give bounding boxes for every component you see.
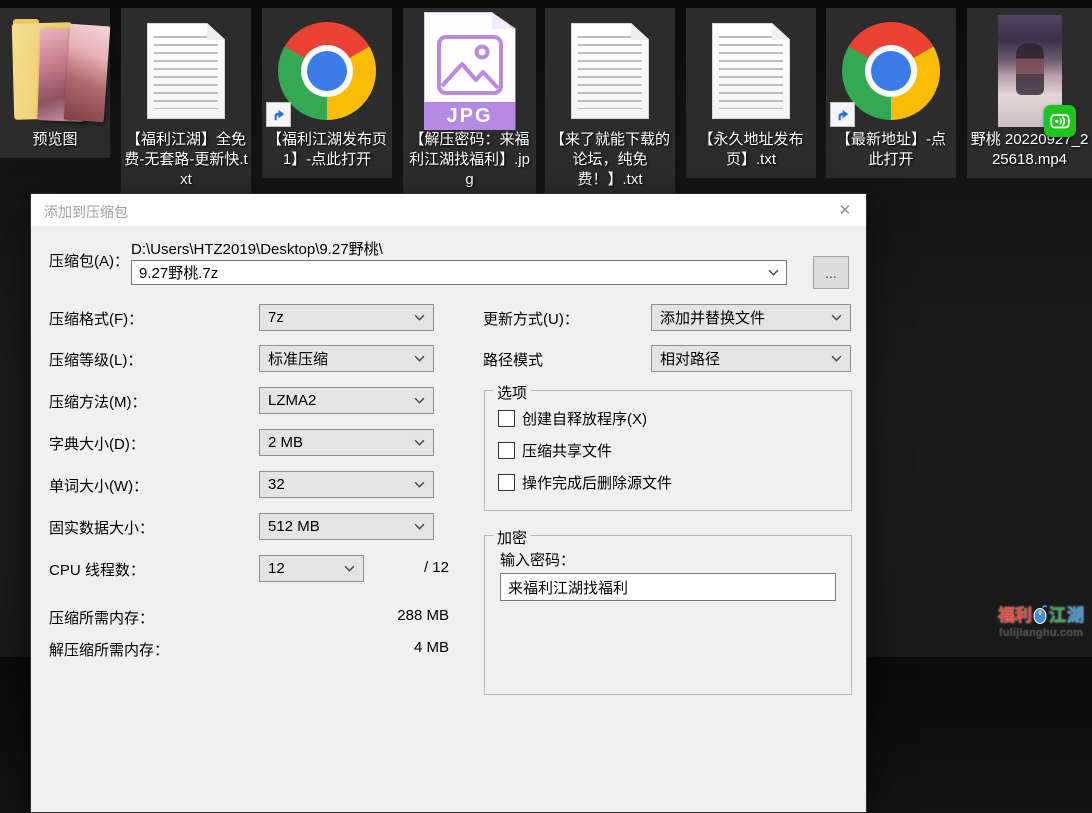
text-file-icon xyxy=(548,12,672,130)
person-silhouette xyxy=(1016,43,1044,95)
options-group: 选项 创建自释放程序(X) 压缩共享文件 操作完成后删除源文件 xyxy=(484,390,852,511)
text-file-icon xyxy=(689,12,813,130)
archive-label: 压缩包(A)： xyxy=(49,250,129,271)
watermark-text-jiang: 江 xyxy=(1049,601,1066,626)
archive-name-value: 9.27野桃.7z xyxy=(139,262,218,283)
format-value: 7z xyxy=(268,309,284,326)
path-mode-value: 相对路径 xyxy=(660,348,720,369)
site-watermark: 福利 江湖 fulijianghu.com xyxy=(993,601,1089,639)
icon-label: 【解压密码：来福利江湖找福利】.jpg xyxy=(408,130,532,190)
word-size-select[interactable]: 32 xyxy=(259,471,434,498)
solid-block-label: 固实数据大小： xyxy=(49,517,154,538)
memory-compress-value: 288 MB xyxy=(259,607,449,624)
dialog-title: 添加到压缩包 xyxy=(44,202,128,222)
create-sfx-checkbox[interactable] xyxy=(498,410,515,427)
update-mode-value: 添加并替换文件 xyxy=(660,307,765,328)
desktop-icon-txt-file[interactable]: 【来了就能下载的论坛，纯免费！】.txt xyxy=(545,8,675,198)
desktop-icon-txt-file[interactable]: 【永久地址发布页】.txt xyxy=(686,8,816,178)
encryption-group-title: 加密 xyxy=(493,527,531,548)
cpu-threads-label: CPU 线程数： xyxy=(49,559,145,580)
jpg-file-icon: JPG xyxy=(406,12,533,130)
cpu-threads-select[interactable]: 12 xyxy=(259,555,364,582)
delete-after-label: 操作完成后删除源文件 xyxy=(522,472,672,493)
icon-label: 【永久地址发布页】.txt xyxy=(689,130,813,170)
desktop-icon-chrome-shortcut[interactable]: 【最新地址】-点此打开 xyxy=(826,8,956,178)
chevron-down-icon xyxy=(414,439,425,446)
desktop-icon-preview-folder[interactable]: 预览图 xyxy=(0,8,110,158)
shortcut-arrow-icon xyxy=(266,102,291,127)
dialog-titlebar[interactable]: 添加到压缩包 ✕ xyxy=(31,194,866,226)
memory-compress-label: 压缩所需内存： xyxy=(49,607,154,628)
memory-decompress-value: 4 MB xyxy=(259,639,449,656)
icon-label: 【福利江湖发布页1】-点此打开 xyxy=(265,130,389,170)
method-label: 压缩方法(M)： xyxy=(49,391,147,412)
chevron-down-icon xyxy=(414,355,425,362)
watermark-text-hu: 湖 xyxy=(1067,601,1084,626)
solid-block-value: 512 MB xyxy=(268,518,320,535)
image-glyph-icon xyxy=(436,34,504,96)
chevron-down-icon xyxy=(414,481,425,488)
desktop-icon-chrome-shortcut[interactable]: 【福利江湖发布页1】-点此打开 xyxy=(262,8,392,178)
chevron-down-icon xyxy=(414,314,425,321)
add-to-archive-dialog: 添加到压缩包 ✕ 压缩包(A)： D:\Users\HTZ2019\Deskto… xyxy=(30,193,867,813)
icon-label: 【福利江湖】全免费-无套路-更新快.txt xyxy=(124,130,248,190)
watermark-domain: fulijianghu.com xyxy=(993,627,1089,639)
close-icon[interactable]: ✕ xyxy=(830,197,860,223)
update-mode-label: 更新方式(U)： xyxy=(483,308,579,329)
level-value: 标准压缩 xyxy=(268,348,328,369)
watermark-text-fuli: 福利 xyxy=(998,601,1032,626)
cast-sound-icon xyxy=(1044,105,1076,137)
word-size-value: 32 xyxy=(268,476,285,493)
jpg-badge: JPG xyxy=(424,102,516,130)
archive-path: D:\Users\HTZ2019\Desktop\9.27野桃\ xyxy=(131,238,383,259)
desktop-icon-txt-file[interactable]: 【福利江湖】全免费-无套路-更新快.txt xyxy=(121,8,251,198)
archive-name-combobox[interactable]: 9.27野桃.7z xyxy=(131,260,787,285)
desktop-icon-jpg-file[interactable]: JPG 【解压密码：来福利江湖找福利】.jpg xyxy=(403,8,536,198)
chevron-down-icon xyxy=(414,523,425,530)
format-label: 压缩格式(F)： xyxy=(49,308,143,329)
chevron-down-icon xyxy=(768,269,779,276)
encryption-group: 加密 输入密码： xyxy=(484,535,852,695)
dictionary-select[interactable]: 2 MB xyxy=(259,429,434,456)
shortcut-arrow-icon xyxy=(830,102,855,127)
chevron-down-icon xyxy=(414,397,425,404)
word-size-label: 单词大小(W)： xyxy=(49,475,148,496)
mouse-icon xyxy=(1033,604,1048,624)
password-label: 输入密码： xyxy=(500,549,575,570)
method-select[interactable]: LZMA2 xyxy=(259,387,434,414)
solid-block-select[interactable]: 512 MB xyxy=(259,513,434,540)
delete-after-checkbox[interactable] xyxy=(498,474,515,491)
video-thumbnail xyxy=(970,12,1089,130)
update-mode-select[interactable]: 添加并替换文件 xyxy=(651,304,851,331)
photo-preview xyxy=(64,24,111,123)
icon-label: 预览图 xyxy=(32,130,77,150)
chevron-down-icon xyxy=(344,565,355,572)
format-select[interactable]: 7z xyxy=(259,304,434,331)
create-sfx-label: 创建自释放程序(X) xyxy=(522,408,647,429)
dialog-body: 压缩包(A)： D:\Users\HTZ2019\Desktop\9.27野桃\… xyxy=(31,226,866,812)
icon-label: 【来了就能下载的论坛，纯免费！】.txt xyxy=(548,130,672,190)
method-value: LZMA2 xyxy=(268,392,316,409)
options-group-title: 选项 xyxy=(493,382,531,403)
level-select[interactable]: 标准压缩 xyxy=(259,345,434,372)
chrome-icon xyxy=(829,12,953,130)
compress-shared-checkbox[interactable] xyxy=(498,442,515,459)
path-mode-select[interactable]: 相对路径 xyxy=(651,345,851,372)
dictionary-label: 字典大小(D)： xyxy=(49,433,145,454)
cpu-threads-total: / 12 xyxy=(361,559,449,576)
text-file-icon xyxy=(124,12,248,130)
desktop-icon-video-file[interactable]: 野桃 20220927_225618.mp4 xyxy=(967,8,1092,178)
level-label: 压缩等级(L)： xyxy=(49,349,142,370)
icon-label: 【最新地址】-点此打开 xyxy=(829,130,953,170)
path-mode-label: 路径模式 xyxy=(483,349,543,370)
password-input[interactable] xyxy=(500,573,836,601)
chevron-down-icon xyxy=(831,314,842,321)
folder-icon xyxy=(3,12,107,130)
chrome-icon xyxy=(265,12,389,130)
cpu-threads-value: 12 xyxy=(268,560,285,577)
chevron-down-icon xyxy=(831,355,842,362)
dictionary-value: 2 MB xyxy=(268,434,303,451)
compress-shared-label: 压缩共享文件 xyxy=(522,440,612,461)
browse-button[interactable]: ... xyxy=(813,256,849,289)
